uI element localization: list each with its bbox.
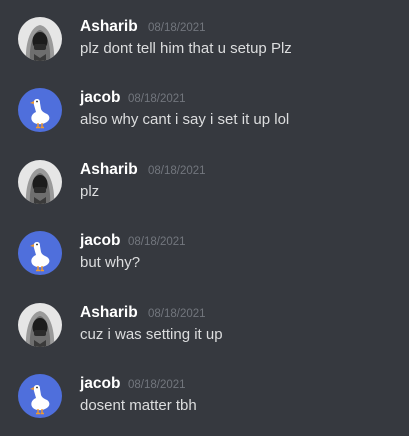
message-text: also why cant i say i set it up lol [80, 111, 290, 128]
hooded-figure-icon [18, 160, 62, 204]
avatar[interactable] [18, 160, 62, 204]
timestamp: 08/18/2021 [128, 236, 186, 248]
goose-icon [18, 374, 62, 418]
timestamp: 08/18/2021 [128, 379, 186, 391]
timestamp: 08/18/2021 [148, 308, 206, 320]
username[interactable]: Asharib [80, 303, 138, 323]
chat-message[interactable]: Asharib 08/18/2021 plz [0, 160, 409, 220]
goose-icon [18, 88, 62, 132]
message-text: cuz i was setting it up [80, 326, 223, 343]
message-text: but why? [80, 254, 141, 271]
username[interactable]: jacob [80, 231, 120, 251]
avatar[interactable] [18, 374, 62, 418]
goose-icon [18, 231, 62, 275]
username[interactable]: jacob [80, 88, 120, 108]
hooded-figure-icon [18, 17, 62, 61]
chat-message[interactable]: Asharib 08/18/2021 cuz i was setting it … [0, 303, 409, 363]
timestamp: 08/18/2021 [148, 22, 206, 34]
timestamp: 08/18/2021 [148, 165, 206, 177]
hooded-figure-icon [18, 303, 62, 347]
timestamp: 08/18/2021 [128, 93, 186, 105]
chat-message[interactable]: jacob 08/18/2021 dosent matter tbh [0, 374, 409, 434]
message-text: plz dont tell him that u setup Plz [80, 40, 292, 57]
avatar[interactable] [18, 303, 62, 347]
chat-message[interactable]: jacob 08/18/2021 but why? [0, 231, 409, 291]
chat-message[interactable]: jacob 08/18/2021 also why cant i say i s… [0, 88, 409, 148]
chat-message-list: Asharib 08/18/2021 plz dont tell him tha… [0, 0, 409, 436]
avatar[interactable] [18, 88, 62, 132]
username[interactable]: Asharib [80, 160, 138, 180]
message-text: dosent matter tbh [80, 397, 197, 414]
avatar[interactable] [18, 17, 62, 61]
message-text: plz [80, 183, 100, 200]
username[interactable]: jacob [80, 374, 120, 394]
avatar[interactable] [18, 231, 62, 275]
username[interactable]: Asharib [80, 17, 138, 37]
chat-message[interactable]: Asharib 08/18/2021 plz dont tell him tha… [0, 17, 409, 77]
